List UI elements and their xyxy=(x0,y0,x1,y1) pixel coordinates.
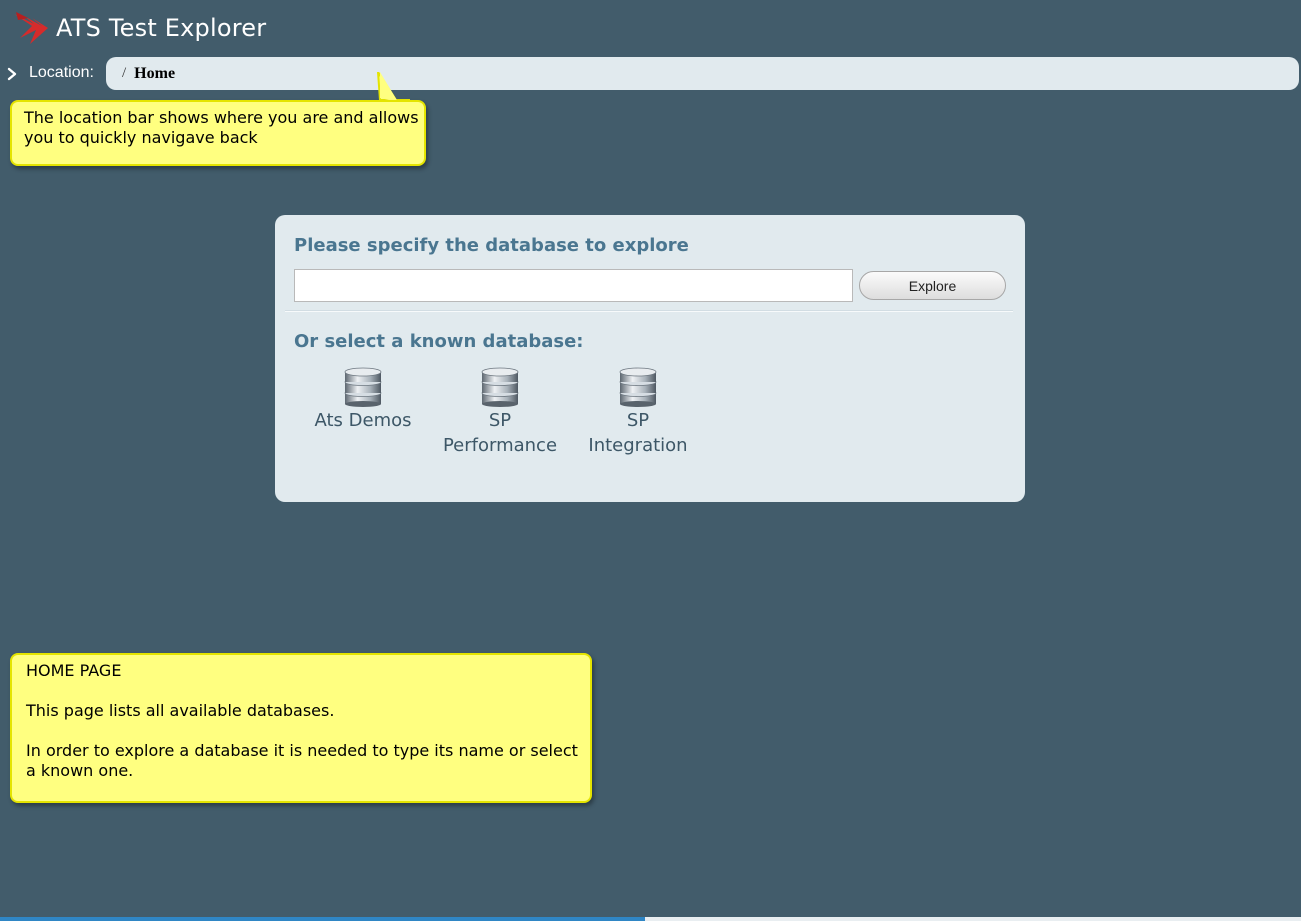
breadcrumb-home-link[interactable]: Home xyxy=(134,65,175,83)
home-tooltip-title: HOME PAGE xyxy=(26,661,122,680)
database-label-line2: Performance xyxy=(442,435,558,456)
home-page-tooltip: HOME PAGE This page lists all available … xyxy=(10,653,592,803)
explore-button[interactable]: Explore xyxy=(859,271,1006,300)
database-panel: Please specify the database to explore E… xyxy=(275,215,1025,502)
location-tooltip-text: The location bar shows where you are and… xyxy=(24,108,419,147)
database-icon xyxy=(344,367,382,407)
database-label: Ats Demos xyxy=(314,410,412,431)
database-label-line1: SP xyxy=(626,410,650,431)
bottom-strip-track xyxy=(645,917,1301,921)
app-header: ATS Test Explorer xyxy=(12,8,266,48)
database-name-input[interactable] xyxy=(294,269,853,302)
chevron-right-icon[interactable] xyxy=(5,65,19,83)
ats-logo-icon xyxy=(14,12,48,44)
location-label: Location: xyxy=(29,64,94,81)
home-tooltip-line1: This page lists all available databases. xyxy=(26,701,335,720)
app-title: ATS Test Explorer xyxy=(56,14,267,42)
database-label-line1: SP xyxy=(488,410,512,431)
bottom-progress-strip xyxy=(0,917,645,921)
location-bar: / Home xyxy=(106,57,1299,90)
database-item-sp-integration[interactable]: SP Integration xyxy=(573,367,703,458)
page: ATS Test Explorer Location: / Home The l… xyxy=(0,0,1301,921)
breadcrumb-separator: / xyxy=(122,65,127,81)
panel-divider xyxy=(285,310,1013,312)
specify-database-heading: Please specify the database to explore xyxy=(294,235,689,256)
location-row: Location: / Home xyxy=(0,57,1301,91)
location-tooltip: The location bar shows where you are and… xyxy=(10,100,426,166)
known-databases-heading: Or select a known database: xyxy=(294,331,584,352)
database-icon xyxy=(619,367,657,407)
database-label-line2: Integration xyxy=(588,435,688,456)
database-item-ats-demos[interactable]: Ats Demos xyxy=(298,367,428,433)
home-tooltip-line2: In order to explore a database it is nee… xyxy=(26,741,578,780)
database-icon xyxy=(481,367,519,407)
database-item-sp-performance[interactable]: SP Performance xyxy=(435,367,565,458)
